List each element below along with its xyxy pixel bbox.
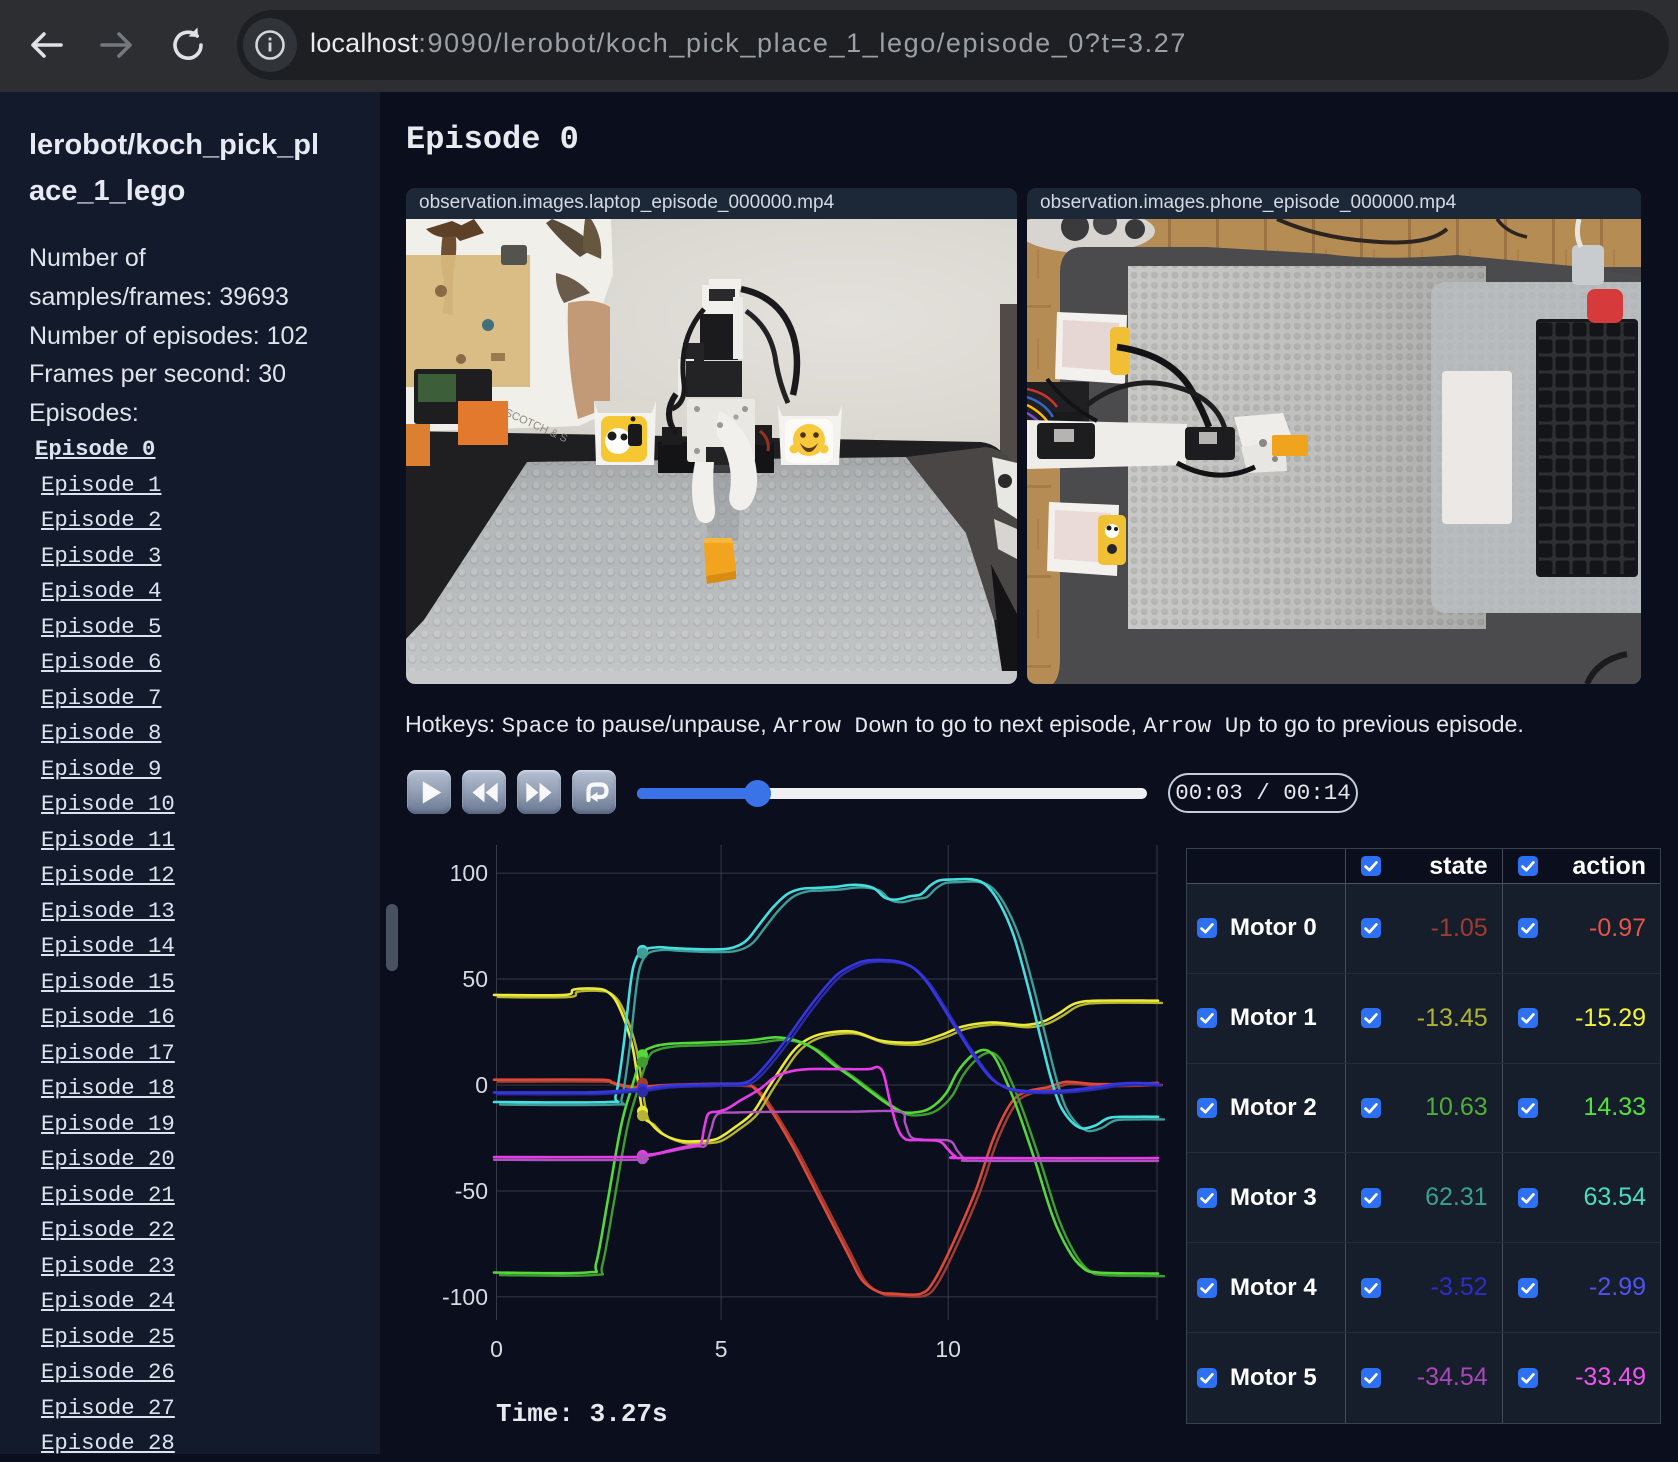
svg-text:-50: -50 [455,1178,488,1204]
svg-text:Time: 3.27s: Time: 3.27s [496,1399,668,1429]
svg-text:0: 0 [490,1336,503,1362]
svg-text:0: 0 [475,1072,488,1098]
svg-text:50: 50 [462,966,488,992]
svg-text:100: 100 [450,860,488,886]
svg-text:10: 10 [935,1336,961,1362]
svg-text:5: 5 [715,1336,728,1362]
svg-text:-100: -100 [442,1284,488,1310]
